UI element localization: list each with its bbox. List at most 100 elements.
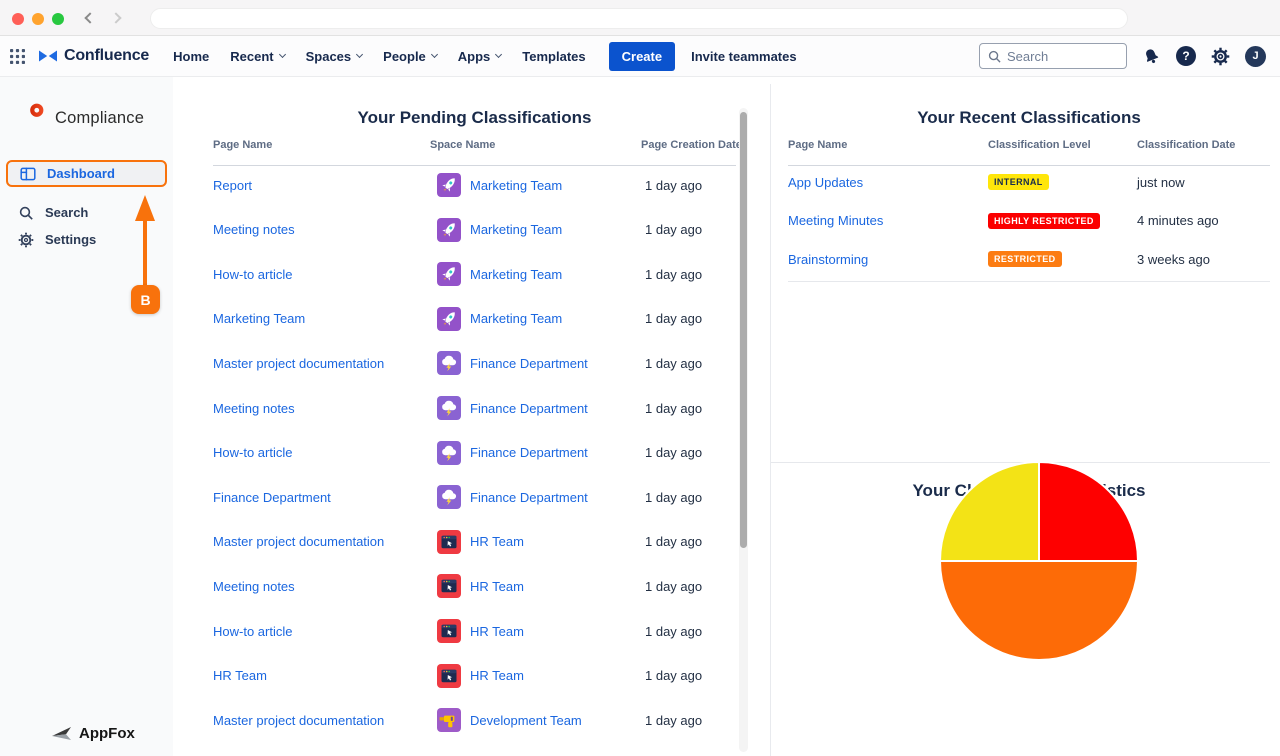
close-window-button[interactable] [12,13,24,25]
dashboard-icon [20,167,36,180]
space-icon-rocket [437,262,461,287]
classification-level-badge: RESTRICTED [988,251,1062,267]
sidebar-item-dashboard[interactable]: Dashboard [6,160,167,187]
space-link[interactable]: HR Team [470,579,524,594]
page-link[interactable]: Meeting Minutes [788,213,883,228]
space-link[interactable]: Marketing Team [470,311,562,326]
space-icon-window [437,529,461,554]
space-link[interactable]: HR Team [470,534,524,549]
space-icon-storm [437,485,461,510]
page-link[interactable]: Master project documentation [213,713,384,728]
page-creation-date: 1 day ago [645,311,703,327]
user-avatar[interactable]: J [1245,45,1266,67]
page-link[interactable]: Brainstorming [788,252,868,267]
browser-chrome [0,0,1280,36]
confluence-navbar: Confluence Home Recent Spaces People App… [0,36,1280,77]
space-link[interactable]: Marketing Team [470,178,562,193]
column-header-page-name: Page Name [788,139,848,151]
recent-panel-title: Your Recent Classifications [917,108,1141,127]
settings-gear-icon[interactable] [1211,47,1230,66]
page-link[interactable]: Marketing Team [213,311,305,326]
space-icon-window [437,663,461,688]
space-icon-rocket [437,217,461,242]
browser-back-button[interactable] [82,10,98,26]
create-button[interactable]: Create [608,41,676,71]
window-controls [12,13,64,25]
key-icon [18,103,44,132]
search-icon [988,50,1001,63]
vertical-scrollbar-thumb[interactable] [740,112,747,548]
nav-people[interactable]: People [383,49,438,64]
nav-apps[interactable]: Apps [458,49,503,64]
space-link[interactable]: Marketing Team [470,267,562,282]
page-creation-date: 1 day ago [645,489,703,505]
table-bottom-divider [788,281,1270,282]
chevron-down-icon [278,50,286,59]
space-icon-storm [437,351,461,376]
space-link[interactable]: HR Team [470,668,524,683]
page-link[interactable]: How-to article [213,267,292,282]
space-link[interactable]: Finance Department [470,401,588,416]
page-link[interactable]: Meeting notes [213,401,295,416]
page-link[interactable]: Master project documentation [213,356,384,371]
space-link[interactable]: HR Team [470,624,524,639]
page-creation-date: 1 day ago [645,534,703,550]
table-row: How-to article Marketing Team 1 day ago [173,262,770,287]
url-bar[interactable] [150,8,1128,29]
table-row: Master project documentation HR Team 1 day… [173,529,770,554]
space-icon-storm [437,396,461,420]
page-link[interactable]: Meeting notes [213,579,295,594]
table-row: Meeting notes Finance Department 1 day ago [173,396,770,420]
minimize-window-button[interactable] [32,13,44,25]
header-divider [788,165,1270,166]
browser-forward-button[interactable] [108,10,124,26]
help-icon[interactable]: ? [1176,46,1196,66]
table-row: Meeting Minutes HIGHLY RESTRICTED 4 minute… [770,209,1280,233]
page-link[interactable]: Report [213,178,252,193]
column-header-space-name: Space Name [430,139,496,151]
table-row: Report Marketing Team 1 day ago [173,173,770,197]
nav-home[interactable]: Home [173,49,209,64]
search-icon [19,206,33,220]
global-search[interactable] [979,43,1127,69]
space-link[interactable]: Finance Department [470,445,588,460]
table-row: Meeting notes Marketing Team 1 day ago [173,217,770,242]
table-row: App Updates INTERNAL just now [770,170,1280,194]
table-row: HR Team HR Team 1 day ago [173,663,770,688]
page-creation-date: 1 day ago [645,578,703,594]
table-row: Marketing Team Marketing Team 1 day ago [173,306,770,331]
navbar-right: ? J [979,43,1266,69]
appfox-logo: AppFox [50,723,135,743]
appfox-brand-name: AppFox [79,724,135,742]
page-link[interactable]: How-to article [213,624,292,639]
column-header-classification-level: Classification Level [988,139,1091,151]
space-icon-rocket [437,306,461,331]
page-link[interactable]: How-to article [213,445,292,460]
column-header-classification-date: Classification Date [1137,139,1236,151]
nav-spaces[interactable]: Spaces [306,49,364,64]
classification-level-badge: INTERNAL [988,174,1049,190]
space-link[interactable]: Development Team [470,713,582,728]
nav-recent[interactable]: Recent [230,49,286,64]
page-link[interactable]: Master project documentation [213,534,384,549]
search-input[interactable] [1007,48,1107,64]
header-divider [213,165,736,166]
page-creation-date: 1 day ago [645,445,703,461]
space-link[interactable]: Finance Department [470,356,588,371]
page-link[interactable]: Meeting notes [213,222,295,237]
pie-red-slice [1038,460,1140,562]
notifications-bell-icon[interactable] [1142,47,1161,66]
classification-date: 4 minutes ago [1137,213,1219,228]
invite-teammates-button[interactable]: Invite teammates [691,49,797,64]
nav-templates[interactable]: Templates [522,49,585,64]
space-link[interactable]: Marketing Team [470,222,562,237]
page-link[interactable]: HR Team [213,668,267,683]
space-link[interactable]: Finance Department [470,490,588,505]
zoom-window-button[interactable] [52,13,64,25]
app-switcher-icon[interactable] [10,48,25,64]
page-link[interactable]: App Updates [788,175,863,190]
page-creation-date: 1 day ago [645,266,703,282]
page-creation-date: 1 day ago [645,222,703,238]
page-link[interactable]: Finance Department [213,490,331,505]
confluence-home-link[interactable]: Confluence [38,47,149,65]
